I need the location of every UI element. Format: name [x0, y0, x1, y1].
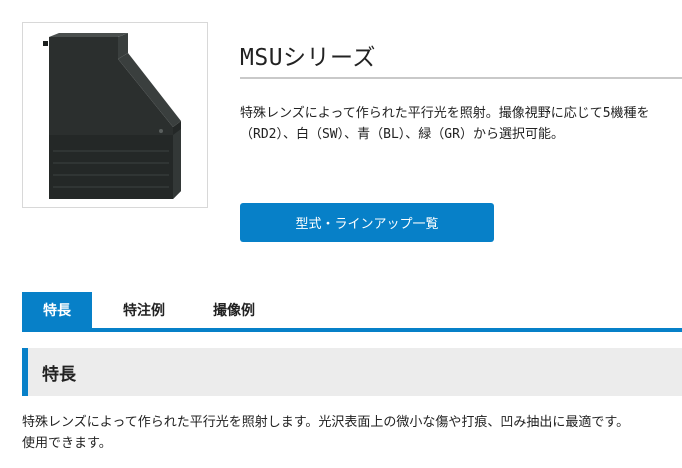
section-header: 特長	[22, 348, 682, 396]
section-heading: 特長	[42, 364, 76, 385]
product-description: 特殊レンズによって作られた平行光を照射。撮像視野に応じて5機種を （RD2）、白…	[240, 103, 682, 145]
tab-features[interactable]: 特長	[22, 292, 92, 328]
description-line: 特殊レンズによって作られた平行光を照射。撮像視野に応じて5機種を	[240, 106, 650, 121]
tab-imaging-examples[interactable]: 撮像例	[194, 292, 274, 328]
product-image	[22, 22, 208, 208]
section-body: 特殊レンズによって作られた平行光を照射します。光沢表面上の微小な傷や打痕、凹み抽…	[22, 412, 682, 454]
body-line: 特殊レンズによって作られた平行光を照射します。光沢表面上の微小な傷や打痕、凹み抽…	[22, 415, 630, 430]
page-title: MSUシリーズ	[240, 45, 376, 71]
title-divider	[240, 77, 682, 79]
tab-custom-examples[interactable]: 特注例	[104, 292, 184, 328]
tab-bar: 特長 特注例 撮像例	[22, 292, 682, 332]
product-illustration	[43, 33, 181, 199]
lineup-list-button[interactable]: 型式・ラインアップ一覧	[240, 203, 494, 242]
body-line: 使用できます。	[22, 436, 112, 451]
description-line: （RD2）、白（SW）、青（BL）、緑（GR）から選択可能。	[240, 127, 564, 142]
